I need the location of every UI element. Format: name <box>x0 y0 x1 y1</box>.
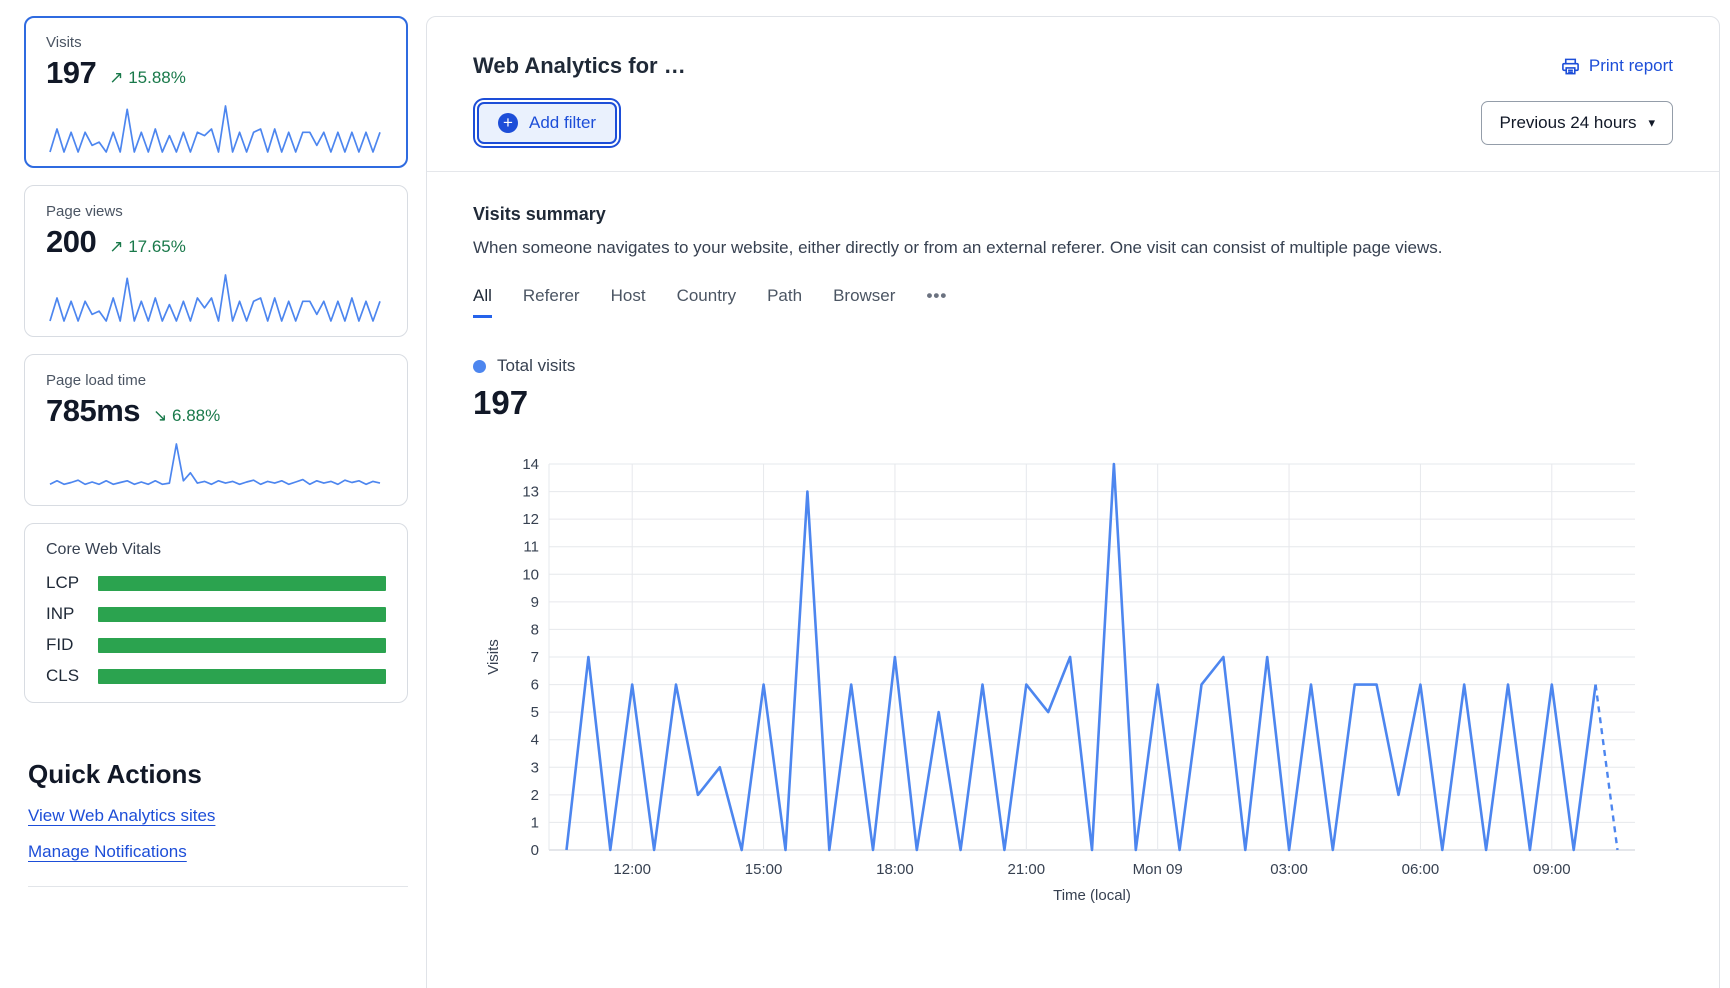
metric-value: 785ms <box>46 393 140 429</box>
cwv-bar-good <box>98 576 386 591</box>
web-analytics-page: Visits 197 ↗ 15.88% Page views 200 ↗ 17.… <box>0 0 1730 988</box>
tab-path[interactable]: Path <box>767 286 802 318</box>
cwv-label: CLS <box>46 666 98 686</box>
svg-text:15:00: 15:00 <box>745 861 783 878</box>
cwv-label: LCP <box>46 573 98 593</box>
svg-text:12:00: 12:00 <box>613 861 651 878</box>
trend-up-icon: ↗ <box>109 68 123 87</box>
cwv-label: INP <box>46 604 98 624</box>
svg-text:8: 8 <box>531 621 539 638</box>
quick-actions-title: Quick Actions <box>28 759 408 790</box>
metric-value: 200 <box>46 224 96 260</box>
svg-text:09:00: 09:00 <box>1533 861 1571 878</box>
cwv-row-cls: CLS <box>46 666 386 686</box>
total-visits-value: 197 <box>473 384 1673 422</box>
svg-text:3: 3 <box>531 759 539 776</box>
metric-title: Page views <box>46 203 386 220</box>
sidebar: Visits 197 ↗ 15.88% Page views 200 ↗ 17.… <box>24 16 408 988</box>
cwv-label: FID <box>46 635 98 655</box>
chevron-down-icon: ▾ <box>1648 115 1655 131</box>
metric-delta-up: ↗ 17.65% <box>109 237 186 257</box>
controls-row: + Add filter Previous 24 hours ▾ <box>427 79 1719 171</box>
main-header: Web Analytics for … Print report <box>427 17 1719 79</box>
visits-summary-section: Visits summary When someone navigates to… <box>427 172 1719 931</box>
sidebar-divider <box>28 886 408 887</box>
metric-title: Visits <box>46 34 386 51</box>
svg-text:18:00: 18:00 <box>876 861 914 878</box>
chart-legend: Total visits <box>473 356 1673 376</box>
svg-text:03:00: 03:00 <box>1270 861 1308 878</box>
metric-title: Page load time <box>46 372 386 389</box>
svg-text:11: 11 <box>523 539 539 556</box>
svg-text:10: 10 <box>522 566 539 583</box>
pageviews-sparkline <box>46 270 384 324</box>
tab-referer[interactable]: Referer <box>523 286 580 318</box>
svg-text:2: 2 <box>531 787 539 804</box>
time-range-dropdown[interactable]: Previous 24 hours ▾ <box>1481 101 1673 145</box>
svg-text:1: 1 <box>531 814 539 831</box>
svg-text:4: 4 <box>531 732 539 749</box>
cwv-row-lcp: LCP <box>46 573 386 593</box>
tabs-overflow-button[interactable]: ••• <box>926 286 947 318</box>
svg-text:7: 7 <box>531 649 539 666</box>
svg-text:14: 14 <box>522 456 539 473</box>
svg-text:6: 6 <box>531 677 539 694</box>
cwv-row-inp: INP <box>46 604 386 624</box>
tab-browser[interactable]: Browser <box>833 286 895 318</box>
tab-country[interactable]: Country <box>677 286 737 318</box>
tab-host[interactable]: Host <box>611 286 646 318</box>
view-web-analytics-sites-link[interactable]: View Web Analytics sites <box>28 806 215 826</box>
visits-chart: 0123456789101112131412:0015:0018:0021:00… <box>483 448 1673 926</box>
legend-label: Total visits <box>497 356 575 376</box>
metric-delta-down: ↘ 6.88% <box>153 406 220 426</box>
analytics-main-card: Web Analytics for … Print report + Add f… <box>426 16 1720 988</box>
printer-icon <box>1561 57 1580 76</box>
section-description: When someone navigates to your website, … <box>473 238 1673 258</box>
dimension-tabs: All Referer Host Country Path Browser ••… <box>473 286 1673 318</box>
section-title: Visits summary <box>473 204 1673 225</box>
svg-text:9: 9 <box>531 594 539 611</box>
core-web-vitals-card[interactable]: Core Web Vitals LCP INP FID CLS <box>24 523 408 703</box>
cwv-bar-good <box>98 638 386 653</box>
manage-notifications-link[interactable]: Manage Notifications <box>28 842 187 862</box>
visits-chart-container: 0123456789101112131412:0015:0018:0021:00… <box>473 448 1673 931</box>
svg-text:06:00: 06:00 <box>1402 861 1440 878</box>
add-filter-button[interactable]: + Add filter <box>477 102 617 144</box>
page-title: Web Analytics for … <box>473 53 686 79</box>
visits-sparkline <box>46 101 384 155</box>
loadtime-sparkline <box>46 439 384 493</box>
core-web-vitals-title: Core Web Vitals <box>46 541 386 559</box>
plus-circle-icon: + <box>498 113 518 133</box>
series-dot-icon <box>473 360 486 373</box>
print-report-button[interactable]: Print report <box>1561 56 1673 76</box>
cwv-bar-good <box>98 607 386 622</box>
cwv-row-fid: FID <box>46 635 386 655</box>
metric-value: 197 <box>46 55 96 91</box>
trend-up-icon: ↗ <box>109 237 123 256</box>
svg-text:21:00: 21:00 <box>1008 861 1046 878</box>
tab-all[interactable]: All <box>473 286 492 318</box>
metric-card-visits[interactable]: Visits 197 ↗ 15.88% <box>24 16 408 168</box>
svg-text:12: 12 <box>522 511 539 528</box>
svg-text:13: 13 <box>522 484 539 501</box>
cwv-bar-good <box>98 669 386 684</box>
svg-text:Visits: Visits <box>485 639 502 675</box>
metric-delta-up: ↗ 15.88% <box>109 68 186 88</box>
metric-card-pageloadtime[interactable]: Page load time 785ms ↘ 6.88% <box>24 354 408 506</box>
svg-text:0: 0 <box>531 842 539 859</box>
svg-text:Mon 09: Mon 09 <box>1133 861 1183 878</box>
svg-text:Time (local): Time (local) <box>1053 887 1131 904</box>
trend-down-icon: ↘ <box>153 406 167 425</box>
metric-card-pageviews[interactable]: Page views 200 ↗ 17.65% <box>24 185 408 337</box>
svg-text:5: 5 <box>531 704 539 721</box>
